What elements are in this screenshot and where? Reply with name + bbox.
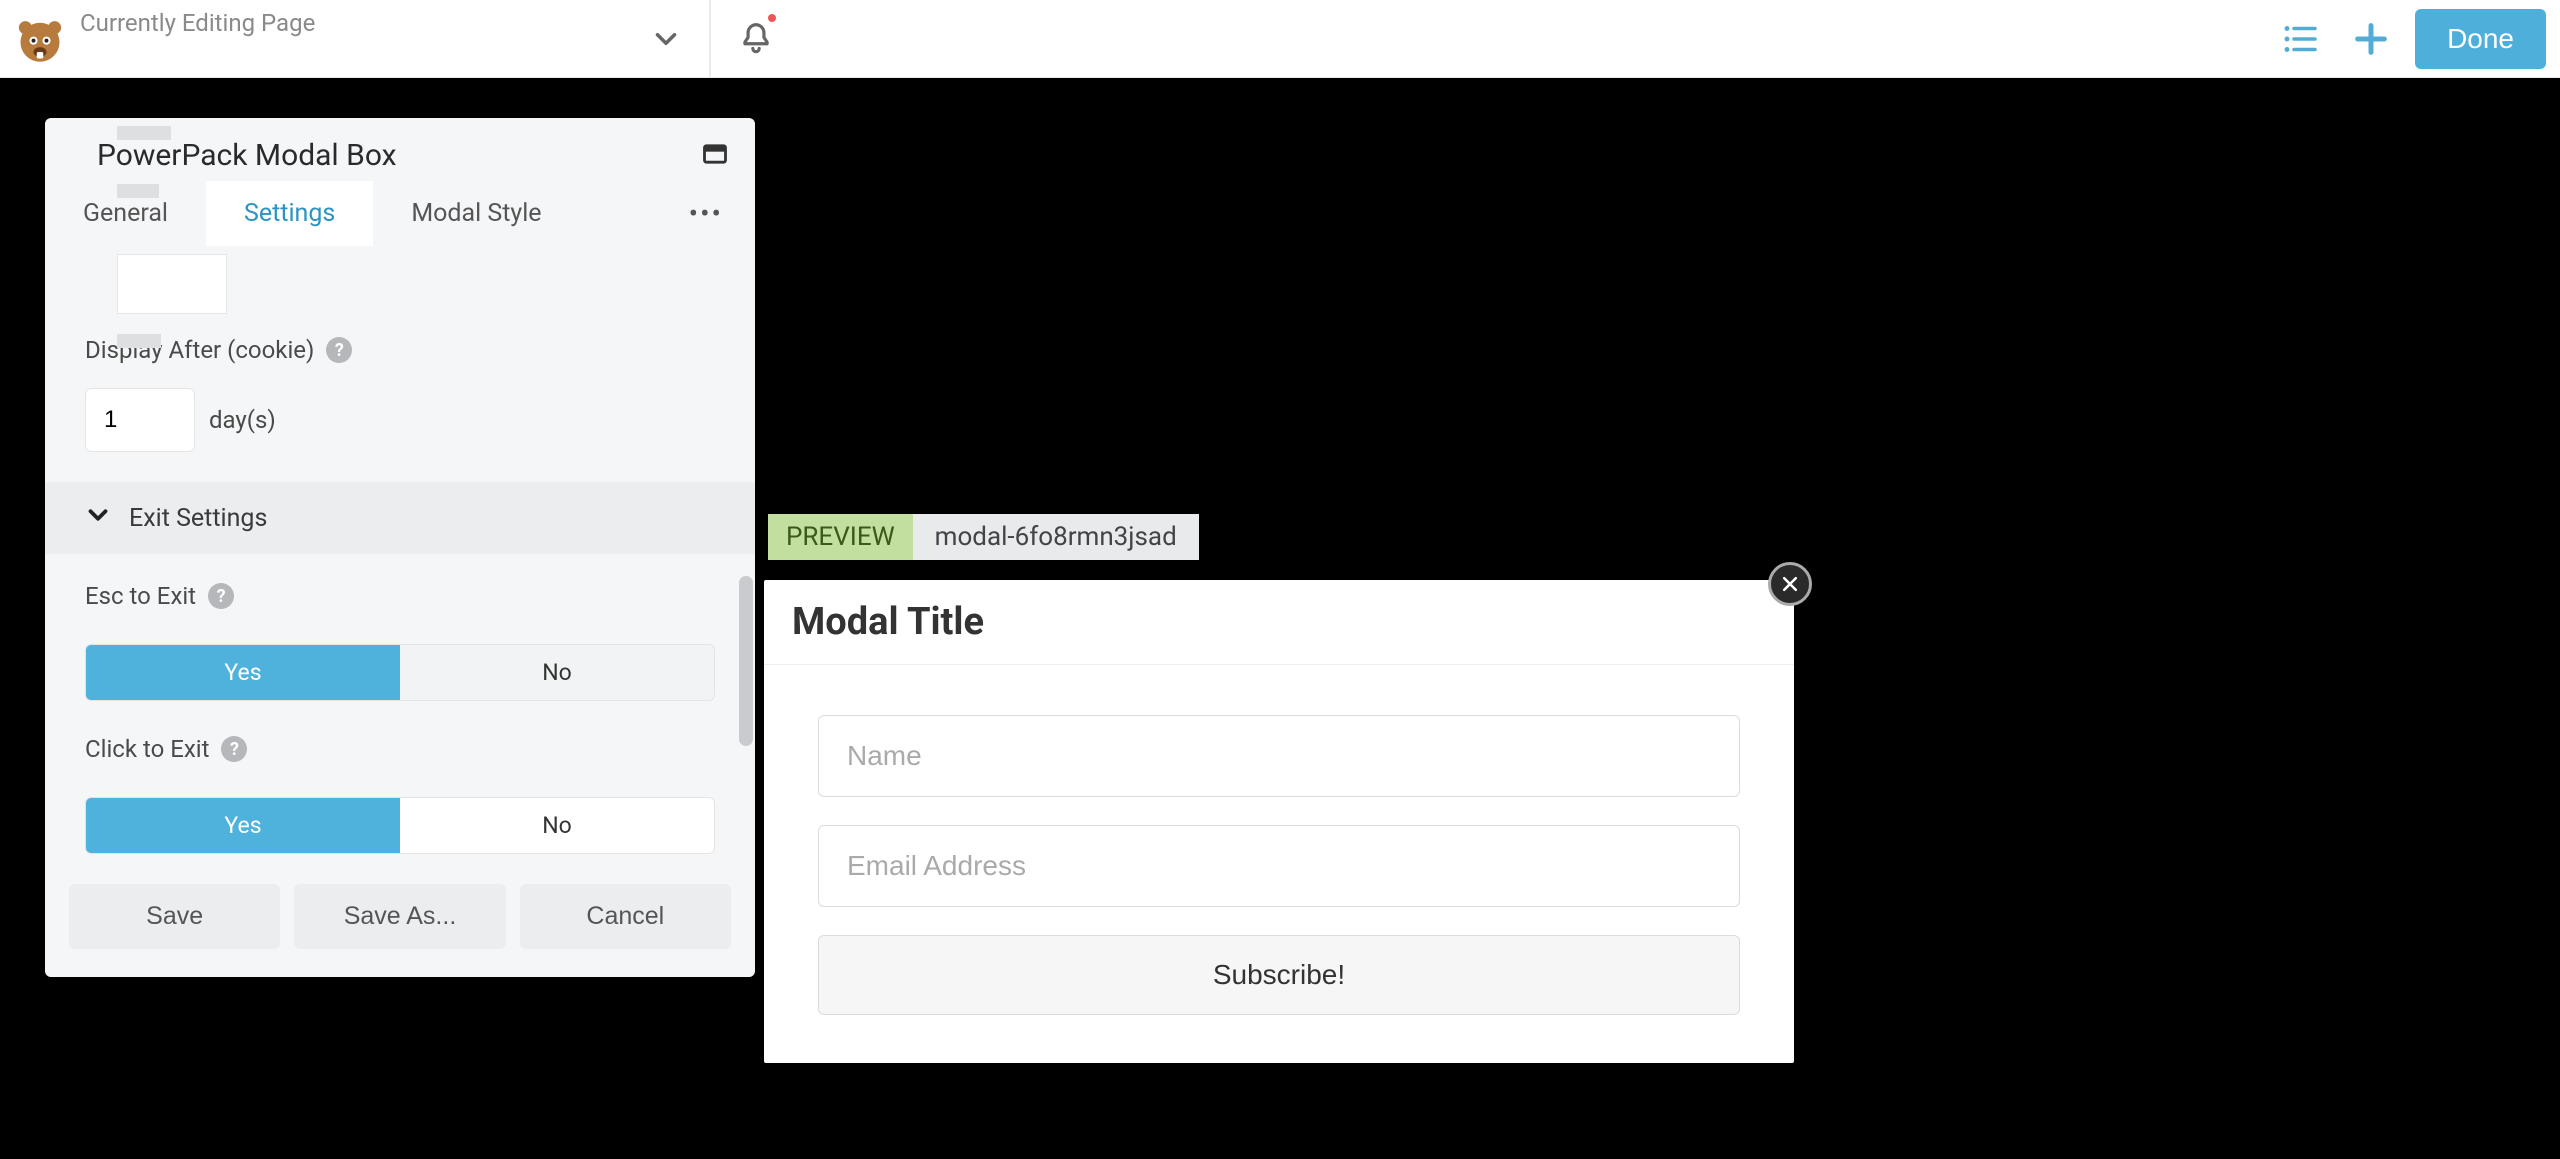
outline-button[interactable] (2275, 13, 2327, 65)
expand-panel-button[interactable] (701, 140, 729, 172)
preview-id: modal-6fo8rmn3jsad (913, 514, 1199, 560)
done-button[interactable]: Done (2415, 9, 2546, 69)
add-button[interactable] (2345, 13, 2397, 65)
click-to-exit-no[interactable]: No (400, 798, 714, 853)
preview-label: PREVIEW (768, 514, 913, 560)
modal-close-button[interactable] (1768, 562, 1812, 606)
modal-form: Subscribe! (764, 665, 1794, 1063)
notification-dot-icon (768, 14, 776, 22)
topbar-right: Done (2275, 0, 2560, 77)
close-icon (1780, 574, 1800, 594)
save-button[interactable]: Save (69, 884, 280, 949)
placeholder-block (117, 254, 227, 314)
title-chevron-button[interactable] (623, 22, 709, 56)
help-icon[interactable]: ? (326, 337, 352, 363)
exit-settings-title: Exit Settings (129, 504, 267, 533)
tab-more-button[interactable]: ••• (657, 197, 755, 230)
save-as-button[interactable]: Save As... (294, 884, 505, 949)
plus-icon (2351, 19, 2391, 59)
chevron-down-icon (83, 500, 113, 536)
help-icon[interactable]: ? (221, 736, 247, 762)
preview-badge: PREVIEW modal-6fo8rmn3jsad (768, 514, 1199, 560)
window-icon (701, 140, 729, 168)
display-after-input[interactable] (85, 388, 195, 452)
top-bar: Currently Editing Page Done (0, 0, 2560, 78)
esc-to-exit-toggle: Yes No (85, 644, 715, 701)
esc-to-exit-label-row: Esc to Exit ? (85, 582, 715, 610)
esc-to-exit-yes[interactable]: Yes (86, 645, 400, 700)
panel-title: PowerPack Modal Box (97, 138, 397, 173)
click-to-exit-toggle: Yes No (85, 797, 715, 854)
esc-to-exit-no[interactable]: No (400, 645, 714, 700)
beaver-logo-icon (12, 11, 68, 67)
click-to-exit-label-row: Click to Exit ? (85, 735, 715, 763)
outline-list-icon (2280, 18, 2322, 60)
panel-header: PowerPack Modal Box (45, 118, 755, 181)
display-after-unit: day(s) (209, 406, 276, 434)
placeholder-bar (117, 184, 159, 198)
display-after-input-row: day(s) (85, 388, 715, 452)
settings-panel: PowerPack Modal Box General Settings Mod… (45, 118, 755, 977)
exit-settings-section-header[interactable]: Exit Settings (45, 482, 755, 554)
placeholder-bar (117, 334, 161, 348)
esc-to-exit-field: Esc to Exit ? (45, 554, 755, 622)
topbar-left: Currently Editing Page (0, 0, 710, 77)
tab-modal-style[interactable]: Modal Style (373, 181, 579, 246)
panel-scrollbar[interactable] (739, 576, 753, 746)
modal-email-input[interactable] (818, 825, 1740, 907)
tab-settings[interactable]: Settings (206, 181, 373, 246)
panel-actions: Save Save As... Cancel (45, 854, 755, 977)
bell-icon (737, 20, 775, 58)
notifications-button[interactable] (710, 0, 800, 77)
click-to-exit-label: Click to Exit (85, 735, 209, 763)
display-after-label-row: Display After (cookie) ? (85, 336, 715, 364)
panel-body: Display After (cookie) ? day(s) Exit Set… (45, 246, 755, 977)
esc-to-exit-label: Esc to Exit (85, 582, 196, 610)
click-to-exit-yes[interactable]: Yes (86, 798, 400, 853)
cancel-button[interactable]: Cancel (520, 884, 731, 949)
click-to-exit-field: Click to Exit ? (45, 701, 755, 775)
chevron-down-icon (649, 22, 683, 56)
modal-title: Modal Title (764, 580, 1794, 665)
modal-preview: Modal Title Subscribe! (764, 580, 1794, 1063)
help-icon[interactable]: ? (208, 583, 234, 609)
modal-name-input[interactable] (818, 715, 1740, 797)
page-title: Currently Editing Page (80, 9, 611, 37)
subscribe-button[interactable]: Subscribe! (818, 935, 1740, 1015)
